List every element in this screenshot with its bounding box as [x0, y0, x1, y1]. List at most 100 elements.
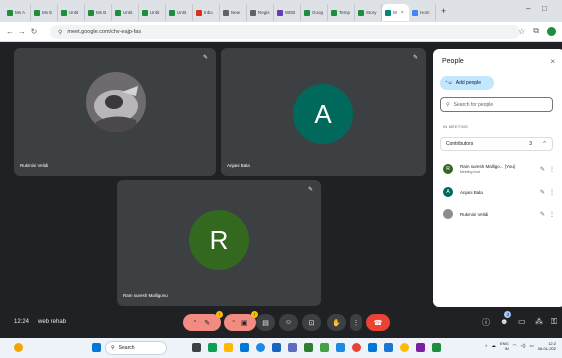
emoji-button[interactable]: ☺: [279, 314, 298, 331]
participant-list-item[interactable]: R Ram suresh Malligo... (You) Meeting ho…: [443, 161, 557, 177]
mic-muted-icon: ✎: [412, 55, 418, 61]
bookmark-star-icon[interactable]: ☆: [518, 27, 525, 36]
app-icon[interactable]: [208, 343, 217, 352]
app-icon[interactable]: [336, 343, 345, 352]
tab-favicon-icon: [34, 9, 40, 16]
more-vertical-icon[interactable]: ⋮: [549, 211, 555, 218]
browser-tab[interactable]: Untit: [166, 4, 193, 21]
vscode-icon[interactable]: [368, 343, 377, 352]
search-icon: ⚲: [111, 345, 115, 351]
activities-icon[interactable]: ⁂: [535, 317, 543, 326]
file-explorer-icon[interactable]: [224, 343, 233, 352]
browser-tab[interactable]: Untit: [112, 4, 139, 21]
raise-hand-button[interactable]: ✋: [327, 314, 346, 331]
meeting-clock: 12:24: [14, 319, 30, 325]
forward-icon[interactable]: →: [16, 27, 28, 36]
browser-tab[interactable]: Ms B: [85, 4, 112, 21]
app-icon[interactable]: [304, 343, 313, 352]
wifi-icon[interactable]: ◠: [513, 343, 517, 349]
url-field[interactable]: ⚲ meet.google.com/chv-eajp-fas: [50, 25, 520, 39]
app-icon[interactable]: [416, 343, 425, 352]
chat-icon[interactable]: ▭: [518, 317, 526, 326]
app-icon[interactable]: [240, 343, 249, 352]
volume-icon[interactable]: ◁): [521, 343, 526, 349]
new-tab-button[interactable]: +: [441, 6, 446, 16]
browser-tab[interactable]: Story: [355, 4, 382, 21]
tab-label: WEB: [285, 10, 296, 15]
present-button[interactable]: ⊡: [302, 314, 321, 331]
tab-label: Untit: [69, 10, 79, 15]
toolbar-right: ☆ ⧉: [518, 26, 556, 36]
chrome-profile-icon[interactable]: [400, 343, 409, 352]
browser-tab[interactable]: Inbo: [193, 4, 220, 21]
meeting-details-icon[interactable]: ⓘ: [482, 317, 490, 328]
close-panel-icon[interactable]: ×: [550, 57, 555, 66]
browser-tab[interactable]: New: [220, 4, 247, 21]
browser-tab[interactable]: Goog: [301, 4, 328, 21]
browser-tab[interactable]: Untit: [58, 4, 85, 21]
browser-tab[interactable]: WEB: [274, 4, 301, 21]
profile-avatar[interactable]: [547, 26, 556, 36]
browser-tab[interactable]: Regis: [247, 4, 274, 21]
more-vertical-icon: ⋮: [352, 319, 360, 327]
minimize-icon[interactable]: –: [526, 4, 530, 13]
hang-up-icon: ☎: [373, 319, 383, 327]
mic-options-chevron-icon[interactable]: ^: [194, 320, 196, 326]
taskbar-search[interactable]: ⚲ Search: [105, 341, 167, 355]
participant-tile[interactable]: ✎ A Anjani Bala: [221, 48, 426, 176]
language-indicator[interactable]: ENG IN: [500, 341, 509, 351]
cloud-icon[interactable]: ☁: [491, 343, 496, 349]
profile-photo: [86, 72, 146, 132]
browser-tab[interactable]: Untit: [139, 4, 166, 21]
task-view-icon[interactable]: [192, 343, 201, 352]
app-icon[interactable]: [272, 343, 281, 352]
battery-icon[interactable]: ▭: [529, 343, 533, 349]
participant-list-item[interactable]: Rukmini Velidi ✎ ⋮: [443, 206, 557, 222]
chevron-up-icon[interactable]: ^: [485, 344, 487, 349]
app-icon[interactable]: [320, 343, 329, 352]
tab-favicon-icon: [358, 9, 364, 16]
people-search-input[interactable]: ⚲ Search for people: [440, 97, 553, 112]
group-count: 3: [529, 141, 532, 147]
back-icon[interactable]: ←: [4, 27, 16, 36]
leave-call-button[interactable]: ☎: [366, 314, 390, 331]
people-count-badge: 3: [504, 311, 512, 318]
chrome-icon[interactable]: [352, 343, 361, 352]
clock[interactable]: 12:2 06-01-202: [538, 341, 556, 351]
browser-tab[interactable]: Temp: [328, 4, 355, 21]
more-options-button[interactable]: ⋮: [350, 314, 362, 331]
browser-tab-active[interactable]: M ×: [382, 4, 409, 21]
host-controls-icon[interactable]: ⚿: [551, 317, 557, 327]
start-icon[interactable]: [92, 343, 101, 352]
mic-button[interactable]: ^ ✎ !: [183, 311, 223, 331]
browser-tab[interactable]: Hom: [409, 4, 436, 21]
participant-tile[interactable]: ✎ R Ram suresh Malligonu: [117, 180, 321, 306]
camera-button[interactable]: ^ ▣ !: [224, 311, 258, 331]
tab-favicon-icon: [250, 9, 256, 16]
maximize-icon[interactable]: □: [542, 4, 547, 13]
tab-close-icon[interactable]: ×: [401, 10, 404, 16]
participant-tile[interactable]: ✎ Rukmini Velidi: [14, 48, 216, 176]
app-icon[interactable]: [288, 343, 297, 352]
weather-icon[interactable]: [14, 343, 23, 352]
site-info-icon[interactable]: ⚲: [58, 29, 62, 36]
app-icon[interactable]: [384, 343, 393, 352]
browser-tab[interactable]: Ms A: [4, 4, 31, 21]
chevron-up-icon[interactable]: ^: [543, 141, 546, 147]
edge-icon[interactable]: [256, 343, 265, 352]
contributors-group[interactable]: Contributors 3 ^: [440, 137, 553, 151]
taskbar-search-label: Search: [118, 345, 135, 351]
tab-label: Untit: [150, 10, 160, 15]
browser-tab[interactable]: Ms E: [31, 4, 58, 21]
more-vertical-icon[interactable]: ⋮: [549, 166, 555, 173]
more-vertical-icon[interactable]: ⋮: [549, 189, 555, 196]
extensions-icon[interactable]: ⧉: [533, 26, 539, 36]
add-people-button[interactable]: ⁺☺ Add people: [440, 76, 494, 90]
meet-control-bar: 12:24 web rehab ^ ✎ ! ^ ▣ ! ▤ ☺ ⊡ ✋ ⋮ ☎ …: [0, 310, 562, 338]
participant-list-item[interactable]: A Anjani Bala ✎ ⋮: [443, 184, 557, 200]
captions-button[interactable]: ▤: [256, 314, 275, 331]
camera-options-chevron-icon[interactable]: ^: [233, 320, 235, 326]
people-icon[interactable]: ☻ 3: [500, 311, 512, 326]
reload-icon[interactable]: ↻: [28, 27, 40, 36]
app-icon[interactable]: [432, 343, 441, 352]
